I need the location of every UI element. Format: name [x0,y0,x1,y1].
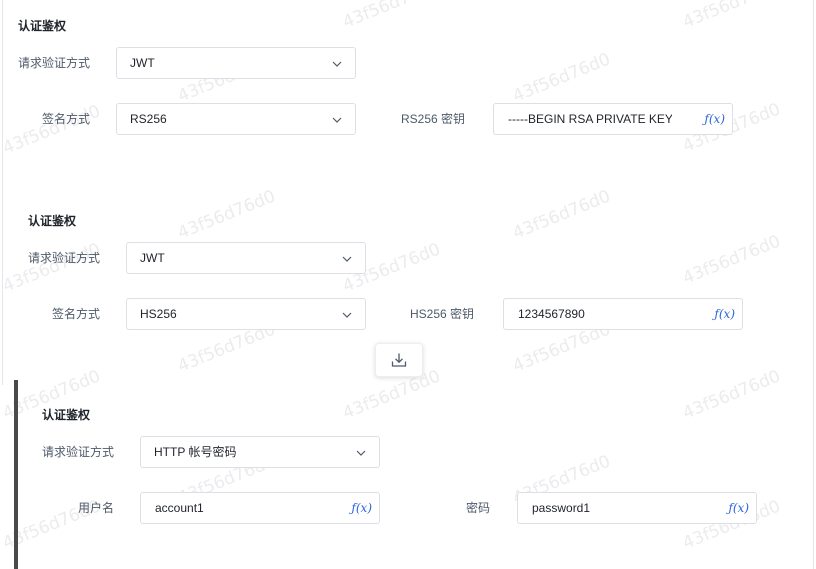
sign-method-label: 签名方式 [42,112,91,126]
key-label: HS256 密钥 [410,307,475,321]
auth-method-value: JWT [140,251,165,265]
section-title: 认证鉴权 [18,19,67,33]
username-label: 用户名 [78,501,115,515]
sign-method-select[interactable]: RS256 [116,103,356,135]
password-value: password1 [532,501,591,515]
hs256-key-value: 1234567890 [518,307,585,321]
chevron-down-icon [342,312,352,318]
download-icon [391,353,407,367]
sign-method-value: HS256 [140,307,177,321]
sign-method-select[interactable]: HS256 [126,298,366,330]
key-label: RS256 密钥 [401,112,466,126]
chevron-down-icon [332,117,342,123]
auth-method-value: HTTP 帐号密码 [154,445,237,459]
chevron-down-icon [342,256,352,262]
auth-panel-jwt-rs256 [2,0,814,185]
password-label: 密码 [466,501,491,515]
auth-method-select[interactable]: HTTP 帐号密码 [140,436,380,468]
section-title: 认证鉴权 [28,214,77,228]
auth-method-label: 请求验证方式 [28,251,101,265]
section-title: 认证鉴权 [42,408,91,422]
auth-method-select[interactable]: JWT [116,47,356,79]
function-icon[interactable]: ƒ(x) [351,493,372,523]
auth-method-label: 请求验证方式 [18,56,91,70]
auth-method-select[interactable]: JWT [126,242,366,274]
function-icon[interactable]: ƒ(x) [704,104,725,134]
function-icon[interactable]: ƒ(x) [714,299,735,329]
username-input[interactable]: account1 ƒ(x) [140,492,380,524]
sign-method-value: RS256 [130,112,167,126]
chevron-down-icon [332,61,342,67]
function-icon[interactable]: ƒ(x) [728,493,749,523]
username-value: account1 [155,501,204,515]
hs256-key-input[interactable]: 1234567890 ƒ(x) [503,298,743,330]
auth-method-label: 请求验证方式 [42,445,115,459]
auth-panel-http-basic [14,380,814,569]
sign-method-label: 签名方式 [52,307,101,321]
download-button[interactable] [375,343,423,377]
auth-method-value: JWT [130,56,155,70]
rs256-key-value: -----BEGIN RSA PRIVATE KEY----- [508,112,672,126]
chevron-down-icon [356,450,366,456]
password-input[interactable]: password1 ƒ(x) [517,492,757,524]
rs256-key-input[interactable]: -----BEGIN RSA PRIVATE KEY----- ƒ(x) [493,103,733,135]
